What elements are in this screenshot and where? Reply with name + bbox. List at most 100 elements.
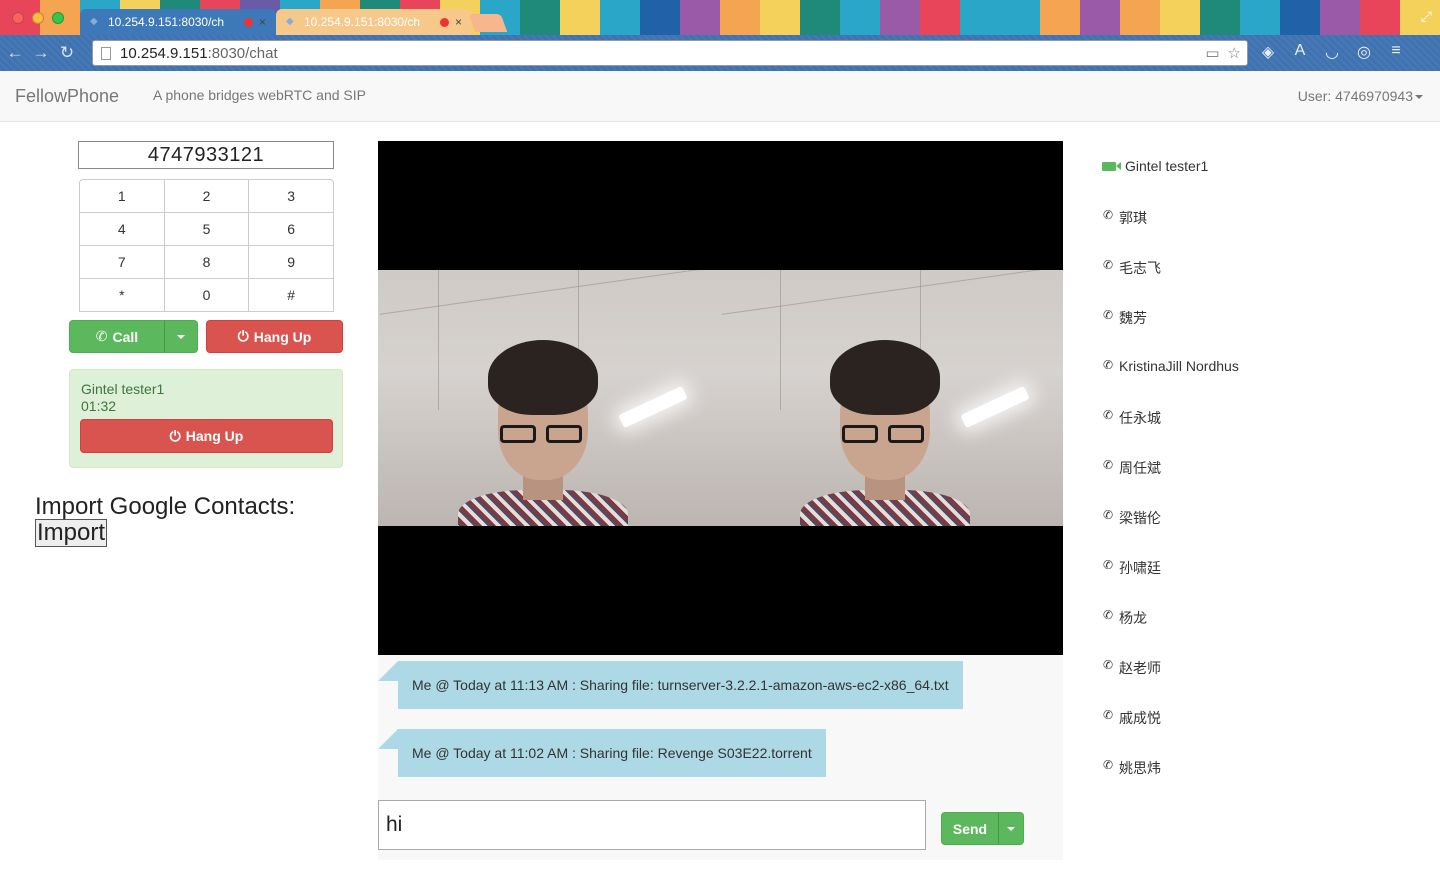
window-maximize-button[interactable]: [52, 12, 64, 24]
window-close-button[interactable]: [12, 12, 24, 24]
contact-name: 任永城: [1119, 410, 1161, 426]
active-call-name: Gintel tester1: [81, 381, 165, 397]
hangup-label: Hang Up: [253, 328, 312, 345]
url-path: :8030/chat: [207, 44, 278, 62]
key-8[interactable]: 8: [163, 245, 250, 279]
person-image: [800, 340, 970, 526]
user-label: User: 4746970943: [1297, 88, 1413, 104]
brand[interactable]: FellowPhone: [15, 86, 119, 107]
phone-icon: ✆: [1102, 558, 1114, 572]
contact-item[interactable]: ✆ 郭琪: [1102, 206, 1402, 256]
key-7[interactable]: 7: [79, 245, 165, 279]
key-9[interactable]: 9: [248, 245, 334, 279]
chat-message: Me @ Today at 11:13 AM : Sharing file: t…: [378, 661, 963, 709]
contact-item[interactable]: ✆ 姚思炜: [1102, 756, 1402, 806]
dial-number-display[interactable]: 4747933121: [78, 141, 334, 169]
person-image: [458, 340, 628, 526]
tab-close-icon[interactable]: ×: [259, 15, 266, 29]
browser-tab-1[interactable]: ◆ 10.254.9.151:8030/ch ×: [80, 9, 276, 35]
key-star[interactable]: *: [79, 278, 165, 312]
extension-circle-icon[interactable]: ◎: [1354, 42, 1374, 62]
reload-icon[interactable]: ↻: [56, 43, 78, 63]
contact-item[interactable]: ✆ 赵老师: [1102, 656, 1402, 706]
phone-icon: ✆: [1102, 408, 1114, 422]
key-1[interactable]: 1: [79, 179, 165, 213]
contact-list: Gintel tester1 ✆ 郭琪 ✆ 毛志飞 ✆ 魏芳 ✆ KristinaJil…: [1102, 156, 1402, 806]
key-0[interactable]: 0: [163, 278, 250, 312]
call-label: Call: [112, 328, 139, 345]
phone-icon: ✆: [1102, 208, 1114, 222]
key-3[interactable]: 3: [248, 179, 334, 213]
caret-down-icon: [177, 334, 185, 339]
contact-item[interactable]: ✆ 梁锴伦: [1102, 506, 1402, 556]
contact-name: 毛志飞: [1119, 260, 1161, 276]
pocket-icon[interactable]: ◡: [1322, 42, 1342, 62]
phone-icon: ✆: [95, 328, 108, 344]
chat-message: Me @ Today at 11:02 AM : Sharing file: R…: [378, 729, 826, 777]
extension-icon[interactable]: ◈: [1258, 42, 1278, 62]
phone-icon: ✆: [1102, 758, 1114, 772]
new-tab-button[interactable]: [468, 14, 508, 32]
tagline: A phone bridges webRTC and SIP: [153, 87, 366, 103]
tab-close-icon[interactable]: ×: [455, 15, 462, 29]
key-6[interactable]: 6: [248, 212, 334, 246]
recording-dot-icon: [439, 17, 449, 27]
contact-item[interactable]: ✆ 魏芳: [1102, 306, 1402, 356]
site-favicon-icon: ◆: [90, 16, 98, 27]
translate-icon[interactable]: A: [1290, 42, 1310, 62]
import-button[interactable]: Import: [35, 519, 108, 547]
call-button[interactable]: ✆ Call: [69, 320, 165, 353]
key-hash[interactable]: #: [248, 278, 334, 312]
page-icon: [101, 46, 111, 60]
hangup-button[interactable]: ⏻ Hang Up: [206, 320, 343, 353]
menu-icon[interactable]: ≡: [1386, 42, 1406, 62]
contact-name: KristinaJill Nordhus: [1119, 358, 1239, 374]
remote-video-feed: [378, 270, 721, 526]
contact-name: 周任斌: [1119, 460, 1161, 476]
contact-item[interactable]: ✆ 杨龙: [1102, 606, 1402, 656]
call-options-dropdown[interactable]: [164, 320, 198, 353]
contact-name: 郭琪: [1119, 210, 1147, 226]
contact-name: 魏芳: [1119, 310, 1147, 326]
contact-item[interactable]: ✆ 任永城: [1102, 406, 1402, 456]
contact-item[interactable]: ✆ 周任斌: [1102, 456, 1402, 506]
bookmark-star-icon[interactable]: ☆: [1228, 44, 1241, 62]
send-options-dropdown[interactable]: [998, 812, 1024, 845]
user-menu[interactable]: User: 4746970943: [1298, 88, 1423, 104]
power-icon: ⏻: [237, 328, 249, 344]
active-call-hangup-button[interactable]: ⏻ Hang Up: [80, 419, 333, 453]
phone-icon: ✆: [1102, 608, 1114, 622]
contact-item[interactable]: ✆ 毛志飞: [1102, 256, 1402, 306]
chat-input[interactable]: [378, 800, 926, 850]
fullscreen-icon[interactable]: ⤢: [1421, 8, 1432, 25]
phone-icon: ✆: [1102, 308, 1114, 322]
browser-tab-strip: ◆ 10.254.9.151:8030/ch × ◆ 10.254.9.151:…: [0, 0, 1440, 35]
window-minimize-button[interactable]: [32, 12, 44, 24]
forward-arrow-icon[interactable]: →: [30, 43, 52, 63]
key-2[interactable]: 2: [163, 179, 250, 213]
address-bar[interactable]: 10.254.9.151:8030/chat ▭ ☆: [92, 40, 1248, 66]
hangup-label: Hang Up: [185, 428, 244, 444]
tab-title: 10.254.9.151:8030/ch: [304, 15, 421, 29]
site-favicon-icon: ◆: [286, 16, 294, 27]
caret-down-icon: [1415, 95, 1423, 100]
key-5[interactable]: 5: [163, 212, 250, 246]
contact-name: 姚思炜: [1119, 760, 1161, 776]
contact-item[interactable]: ✆ 戚成悦: [1102, 706, 1402, 756]
camera-permission-icon[interactable]: ▭: [1205, 44, 1219, 62]
video-stream[interactable]: [378, 141, 1063, 655]
contact-item[interactable]: ✆ 孙啸廷: [1102, 556, 1402, 606]
contact-item[interactable]: Gintel tester1: [1102, 156, 1402, 206]
local-video-feed: [720, 270, 1063, 526]
call-duration: 01:32: [81, 398, 117, 414]
contact-item[interactable]: ✆ KristinaJill Nordhus: [1102, 356, 1402, 406]
contact-name: 孙啸廷: [1119, 560, 1161, 576]
browser-tab-2[interactable]: ◆ 10.254.9.151:8030/ch ×: [276, 9, 472, 35]
app-navbar: FellowPhone A phone bridges webRTC and S…: [0, 71, 1440, 122]
key-4[interactable]: 4: [79, 212, 165, 246]
contact-name: 梁锴伦: [1119, 510, 1161, 526]
send-button[interactable]: Send: [941, 812, 999, 845]
contact-name: 戚成悦: [1119, 710, 1161, 726]
url-host: 10.254.9.151: [120, 44, 208, 62]
back-arrow-icon[interactable]: ←: [4, 43, 26, 63]
